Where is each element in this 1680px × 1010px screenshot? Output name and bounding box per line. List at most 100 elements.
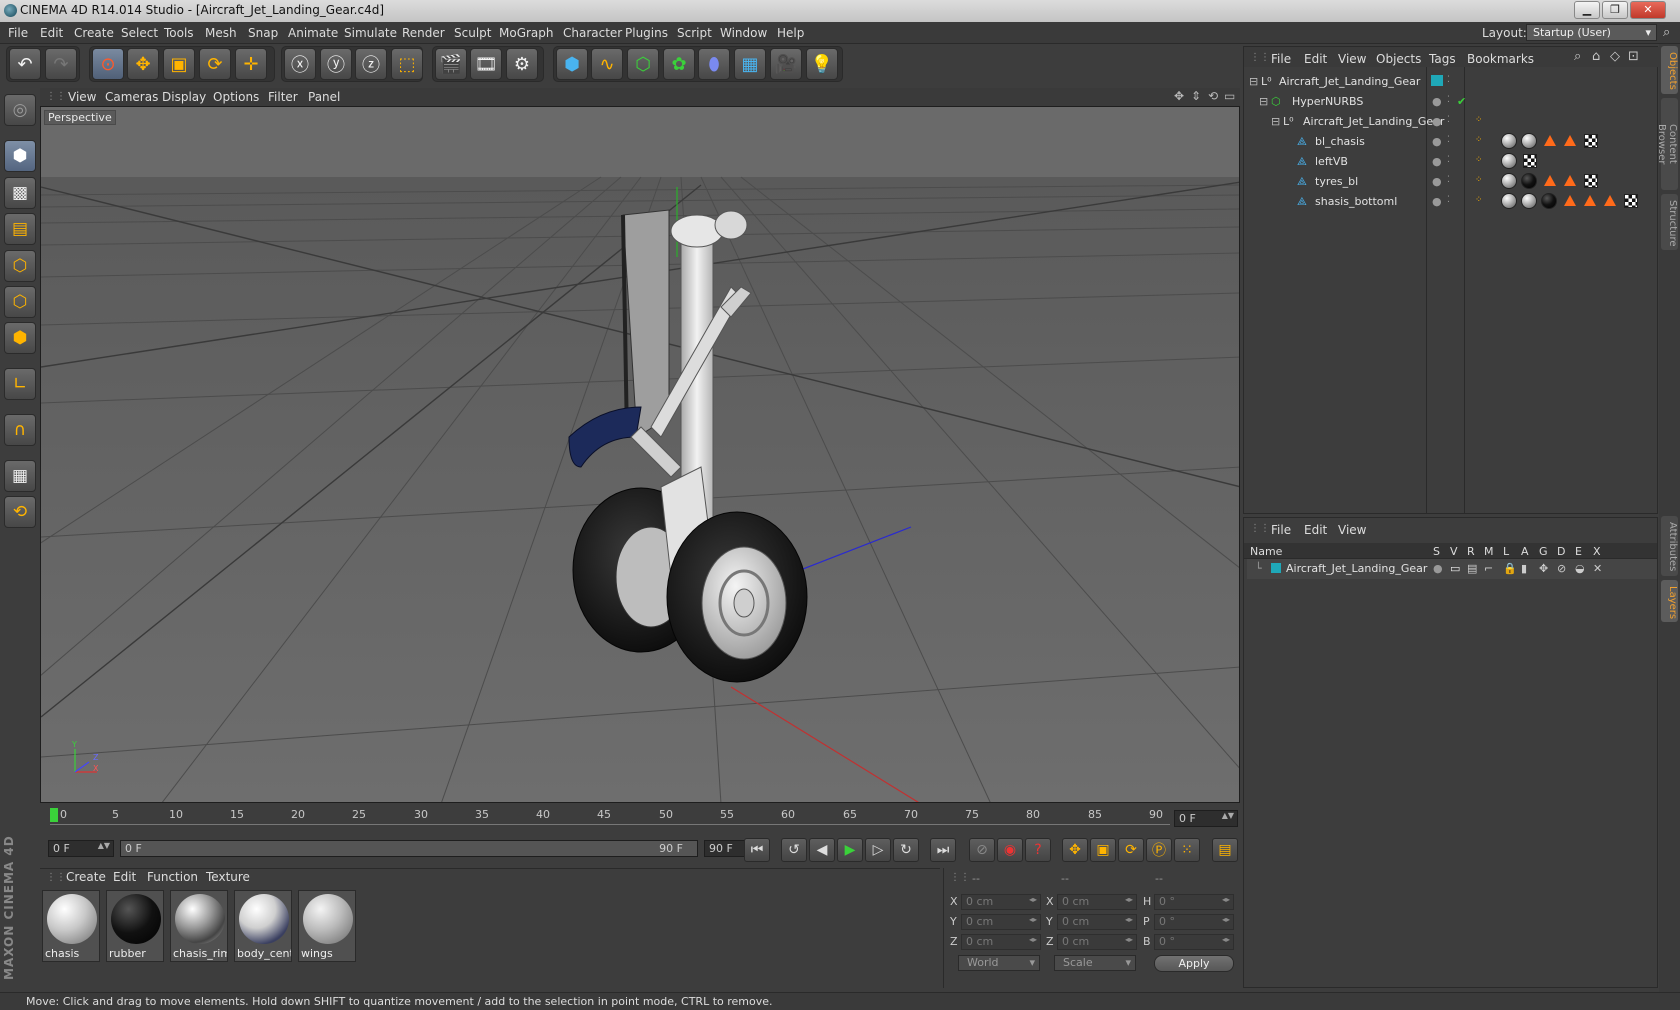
move-icon[interactable]: ✥ (127, 48, 159, 80)
uvw-tag-icon[interactable] (1584, 134, 1598, 148)
search-icon[interactable]: ⌕ (1574, 49, 1581, 64)
perspective-viewport[interactable]: Perspective Y Z X (40, 106, 1240, 803)
key-pla-icon[interactable]: ⁙ (1174, 838, 1200, 862)
previous-frame-icon[interactable]: ◀ (809, 838, 835, 862)
scale-icon[interactable]: ▣ (163, 48, 195, 80)
material-tag-icon[interactable] (1501, 153, 1517, 169)
viewport-menu-panel[interactable]: Panel (308, 90, 340, 104)
deformers-icon[interactable]: ⊘ (1557, 562, 1566, 575)
tab-objects[interactable]: Objects (1661, 46, 1678, 94)
object-menu-file[interactable]: File (1271, 52, 1291, 66)
collapse-icon[interactable]: ⊟ (1271, 115, 1280, 128)
make-editable-icon[interactable]: ◎ (4, 94, 36, 126)
status-dot-icon[interactable]: ● (1432, 155, 1442, 168)
visibility-dots-icon[interactable]: ⁚ (1447, 115, 1450, 125)
deformer-icon[interactable]: ⬮ (698, 48, 730, 80)
object-menu-bookmarks[interactable]: Bookmarks (1467, 52, 1534, 66)
uvw-tag-icon[interactable] (1523, 154, 1537, 168)
material-swatch-wings[interactable]: wings (298, 890, 356, 962)
selection-tag-icon[interactable] (1544, 175, 1556, 186)
autokey-icon[interactable]: ◉ (997, 838, 1023, 862)
layer-menu-edit[interactable]: Edit (1304, 523, 1327, 537)
viewport-camera-label[interactable]: Perspective (44, 110, 116, 125)
object-menu-edit[interactable]: Edit (1304, 52, 1327, 66)
viewport-maximize-icon[interactable]: ▭ (1224, 89, 1235, 103)
layer-col-e[interactable]: E (1575, 545, 1582, 558)
menu-plugins[interactable]: Plugins (625, 26, 668, 40)
model-mode-icon[interactable]: ⬢ (4, 140, 36, 172)
workplane-icon[interactable]: ▤ (4, 213, 36, 245)
object-menu-view[interactable]: View (1338, 52, 1366, 66)
layer-color-swatch[interactable] (1431, 75, 1443, 86)
material-swatch-chasis[interactable]: chasis (42, 890, 100, 962)
cube-icon[interactable]: ⬢ (556, 48, 588, 80)
size-y-field[interactable]: 0 cm ◂▸ (1057, 914, 1137, 930)
array-icon[interactable]: ✿ (663, 48, 695, 80)
record-active-icon[interactable]: ⊘ (969, 838, 995, 862)
uvw-tag-icon[interactable] (1584, 174, 1598, 188)
undo-icon[interactable]: ↶ (9, 48, 41, 80)
floor-icon[interactable]: ▦ (734, 48, 766, 80)
status-dot-icon[interactable]: ● (1432, 95, 1442, 108)
layer-row[interactable]: └ Aircraft_Jet_Landing_Gear ● ▭ ▤ ⌐ 🔒 ▮ … (1247, 559, 1657, 579)
locked-workplane-icon[interactable]: ⟲ (4, 496, 36, 528)
phong-tag-icon[interactable]: ⁘ (1475, 155, 1483, 165)
last-tool-icon[interactable]: ✛ (235, 48, 267, 80)
tree-row-leftvb[interactable]: ⟁ leftVB ● ⁚ ⁘ (1247, 152, 1657, 172)
menu-animate[interactable]: Animate (288, 26, 338, 40)
layer-col-v[interactable]: V (1450, 545, 1458, 558)
material-tag-icon[interactable] (1521, 133, 1537, 149)
new-window-icon[interactable]: ⊡ (1628, 49, 1639, 64)
menu-window[interactable]: Window (720, 26, 767, 40)
key-scale-icon[interactable]: ▣ (1090, 838, 1116, 862)
rot-p-field[interactable]: 0 ° ◂▸ (1154, 914, 1234, 930)
selection-tag-icon[interactable] (1544, 135, 1556, 146)
material-tag-icon[interactable] (1521, 173, 1537, 189)
coordinate-mode-select[interactable]: World ▾ (958, 955, 1040, 971)
selection-tag-icon[interactable] (1584, 195, 1596, 206)
texture-mode-icon[interactable]: ▩ (4, 177, 36, 209)
playhead-marker[interactable] (50, 808, 58, 822)
phong-tag-icon[interactable]: ⁘ (1475, 135, 1483, 145)
layer-col-a[interactable]: A (1521, 545, 1529, 558)
layer-col-r[interactable]: R (1467, 545, 1475, 558)
layer-color-swatch[interactable] (1271, 563, 1281, 573)
next-frame-icon[interactable]: ▷ (865, 838, 891, 862)
x-axis-lock-icon[interactable]: ⓧ (284, 48, 316, 80)
tab-layers[interactable]: Layers (1661, 580, 1678, 622)
viewport-rotate-icon[interactable]: ⟲ (1208, 89, 1218, 103)
tree-row-group[interactable]: ⊟ L⁰ Aircraft_Jet_Landing_Gear ● ⁚ ⁘ (1247, 112, 1657, 132)
menu-edit[interactable]: Edit (40, 26, 63, 40)
frame-range-slider[interactable]: 0 F 90 F (120, 840, 698, 857)
menu-snap[interactable]: Snap (248, 26, 278, 40)
viewport-menu-view[interactable]: View (68, 90, 96, 104)
viewport-move-icon[interactable]: ✥ (1174, 89, 1184, 103)
manager-icon[interactable]: ⌐ (1484, 562, 1493, 575)
layer-col-g[interactable]: G (1539, 545, 1548, 558)
pos-z-field[interactable]: 0 cm ◂▸ (961, 934, 1041, 950)
view-icon[interactable]: ▭ (1450, 562, 1460, 575)
selection-tag-icon[interactable] (1564, 175, 1576, 186)
material-menu-create[interactable]: Create (66, 870, 106, 884)
status-dot-icon[interactable]: ● (1432, 135, 1442, 148)
rot-b-field[interactable]: 0 ° ◂▸ (1154, 934, 1234, 950)
material-tag-icon[interactable] (1501, 193, 1517, 209)
restore-button[interactable]: ❐ (1602, 1, 1628, 19)
transform-mode-select[interactable]: Scale ▾ (1054, 955, 1136, 971)
nurbs-icon[interactable]: ⬡ (627, 48, 659, 80)
material-swatch-chasis-rim[interactable]: chasis_rim (170, 890, 228, 962)
key-parameter-icon[interactable]: Ⓟ (1146, 838, 1172, 862)
render-settings-icon[interactable]: ⚙ (506, 48, 538, 80)
layer-col-x[interactable]: X (1593, 545, 1601, 558)
search-icon[interactable]: ⌕ (1663, 25, 1670, 40)
status-dot-icon[interactable]: ● (1432, 175, 1442, 188)
live-selection-icon[interactable]: ⊙ (92, 48, 124, 80)
play-icon[interactable]: ▶ (837, 838, 863, 862)
phong-tag-icon[interactable]: ⁘ (1475, 115, 1483, 125)
selection-tag-icon[interactable] (1604, 195, 1616, 206)
tab-attributes[interactable]: Attributes (1661, 516, 1678, 576)
visibility-dots-icon[interactable]: ⁚ (1447, 75, 1450, 85)
go-to-start-icon[interactable]: ⏮ (744, 838, 770, 862)
status-dot-icon[interactable]: ● (1432, 195, 1442, 208)
tree-row-root[interactable]: ⊟ L⁰ Aircraft_Jet_Landing_Gear ⁚ (1247, 72, 1657, 92)
